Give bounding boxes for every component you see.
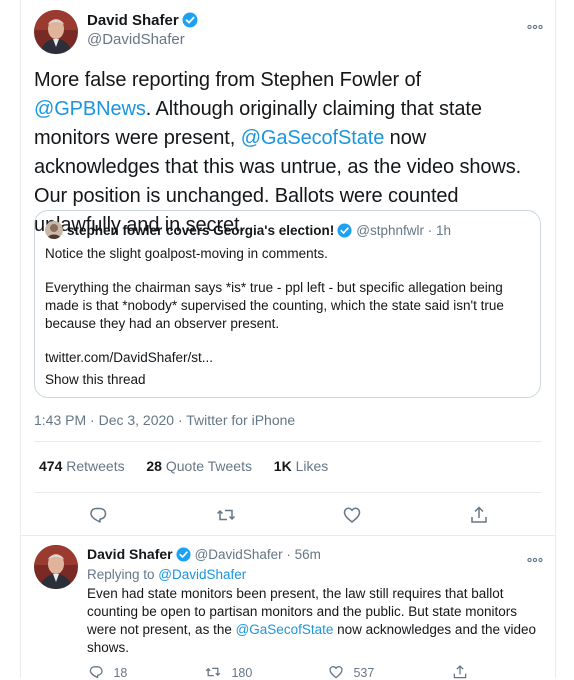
quoted-avatar bbox=[45, 221, 63, 239]
quoted-para2: Everything the chairman says *is* true -… bbox=[45, 280, 504, 331]
likes-label: Likes bbox=[295, 458, 329, 474]
verified-badge-icon bbox=[337, 223, 352, 241]
reply-author-name[interactable]: David Shafer bbox=[87, 546, 173, 562]
quoted-link: twitter.com/DavidShafer/st... bbox=[45, 350, 214, 365]
mention-gasecofstate[interactable]: @GaSecofState bbox=[241, 127, 385, 149]
more-icon[interactable] bbox=[527, 17, 543, 30]
quotes-count: 28 bbox=[146, 458, 162, 474]
tweet-separator bbox=[20, 535, 556, 536]
reply-time[interactable]: · 56m bbox=[286, 547, 321, 562]
retweets-count: 474 bbox=[39, 458, 63, 474]
reply-avatar[interactable] bbox=[34, 545, 78, 589]
like-icon[interactable] bbox=[342, 505, 362, 525]
quoted-author-name: stephen fowler covers Georgia's election… bbox=[67, 223, 335, 238]
more-icon[interactable] bbox=[527, 550, 543, 563]
author-handle[interactable]: @DavidShafer bbox=[87, 31, 185, 48]
mention-gpbnews[interactable]: @GPBNews bbox=[34, 98, 146, 120]
engagement-stats: 474 Retweets 28 Quote Tweets 1K Likes bbox=[39, 458, 328, 474]
likes-stat[interactable]: 1K Likes bbox=[274, 458, 328, 474]
quoted-time: · 1h bbox=[427, 223, 452, 238]
reply-header: David Shafer @DavidShafer · 56m bbox=[87, 546, 321, 565]
reply-author-handle[interactable]: @DavidShafer bbox=[195, 547, 283, 562]
replying-prefix: Replying to bbox=[87, 567, 159, 582]
quoted-author-handle: @stphnfwlr bbox=[356, 223, 425, 238]
retweets-label: Retweets bbox=[66, 458, 125, 474]
reply-icon[interactable] bbox=[88, 505, 108, 525]
quoted-tweet[interactable]: stephen fowler covers Georgia's election… bbox=[34, 210, 541, 398]
quotes-label: Quote Tweets bbox=[165, 458, 252, 474]
replying-to: Replying to @DavidShafer bbox=[87, 567, 246, 582]
verified-badge-icon bbox=[182, 12, 198, 33]
retweets-stat[interactable]: 474 Retweets bbox=[39, 458, 125, 474]
verified-badge-icon bbox=[176, 547, 191, 565]
reply-mention-gasecofstate[interactable]: @GaSecofState bbox=[236, 622, 334, 637]
replying-to-link[interactable]: @DavidShafer bbox=[158, 567, 246, 582]
quoted-line1: Notice the slight goalpost-moving in com… bbox=[45, 246, 328, 261]
share-icon[interactable] bbox=[469, 505, 489, 525]
tweet-text-part1: More false reporting from Stephen Fowler… bbox=[34, 69, 421, 91]
reply-text: Even had state monitors been present, th… bbox=[87, 585, 537, 657]
avatar[interactable] bbox=[34, 10, 78, 54]
retweet-icon[interactable] bbox=[216, 505, 236, 525]
tweet-meta[interactable]: 1:43 PM · Dec 3, 2020 · Twitter for iPho… bbox=[34, 412, 295, 428]
divider bbox=[34, 492, 542, 493]
author-name[interactable]: David Shafer bbox=[87, 12, 179, 29]
quotes-stat[interactable]: 28 Quote Tweets bbox=[146, 458, 252, 474]
show-thread-link[interactable]: Show this thread bbox=[45, 371, 146, 389]
quoted-header: stephen fowler covers Georgia's election… bbox=[45, 221, 451, 241]
likes-count: 1K bbox=[273, 458, 292, 474]
divider bbox=[34, 441, 542, 442]
